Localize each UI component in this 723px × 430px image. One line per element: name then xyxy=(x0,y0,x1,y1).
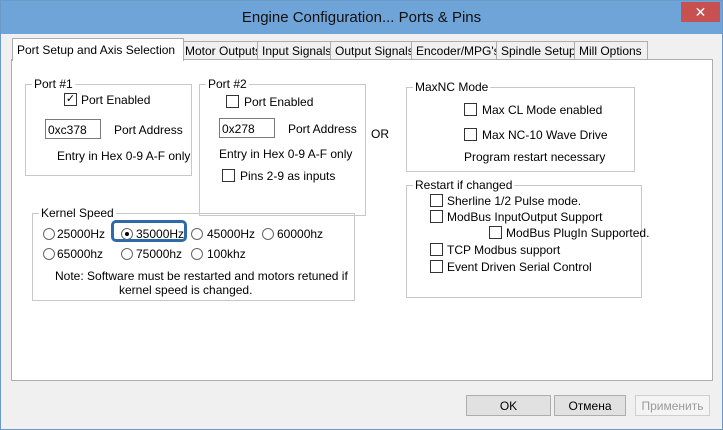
label-45000hz: 45000Hz xyxy=(207,227,256,241)
label-100khz: 100khz xyxy=(207,247,246,261)
ok-button[interactable]: OK xyxy=(466,395,551,416)
close-button[interactable]: ✕ xyxy=(681,2,720,22)
radio-45000hz[interactable] xyxy=(191,228,203,240)
radio-75000hz[interactable] xyxy=(121,248,133,260)
selection-highlight xyxy=(111,220,187,242)
radio-25000hz[interactable] xyxy=(43,228,55,240)
port1-address-input[interactable]: 0xc378 xyxy=(45,119,101,139)
port2-hint: Entry in Hex 0-9 A-F only xyxy=(219,147,353,161)
tab-spindle-setup[interactable]: Spindle Setup xyxy=(496,41,578,60)
port1-address-label: Port Address xyxy=(114,123,183,137)
port1-group: Port #1 ✓ Port Enabled 0xc378 Port Addre… xyxy=(25,77,192,176)
maxnc-group: MaxNC Mode Max CL Mode enabled Max NC-10… xyxy=(406,80,635,172)
tcp-modbus-label: TCP Modbus support xyxy=(447,243,561,257)
max-cl-checkbox[interactable] xyxy=(464,103,477,116)
tab-mill-options[interactable]: Mill Options xyxy=(574,41,648,60)
apply-button[interactable]: Применить xyxy=(635,395,710,416)
tab-motor-outputs[interactable]: Motor Outputs xyxy=(180,41,262,60)
maxnc-title: MaxNC Mode xyxy=(413,80,491,94)
sherline-label: Sherline 1/2 Pulse mode. xyxy=(447,194,582,208)
restart-group: Restart if changed Sherline 1/2 Pulse mo… xyxy=(406,178,649,298)
close-icon: ✕ xyxy=(694,4,707,20)
modbus-plugin-checkbox[interactable] xyxy=(489,226,502,239)
max-nc10-label: Max NC-10 Wave Drive xyxy=(482,128,608,142)
port2-group: Port #2 Port Enabled 0x278 Port Address … xyxy=(199,77,366,216)
modbus-io-checkbox[interactable] xyxy=(430,210,443,223)
kernel-speed-group: Kernel Speed 25000Hz 35000Hz 45000Hz 600… xyxy=(32,206,355,301)
port2-address-label: Port Address xyxy=(288,122,357,136)
tab-encoder-mpg[interactable]: Encoder/MPG's xyxy=(411,41,501,60)
port1-enabled-label: Port Enabled xyxy=(81,93,151,107)
event-serial-label: Event Driven Serial Control xyxy=(447,260,592,274)
modbus-io-label: ModBus InputOutput Support xyxy=(447,210,603,224)
title-bar[interactable]: Engine Configuration... Ports & Pins ✕ xyxy=(1,1,722,34)
port2-pins-label: Pins 2-9 as inputs xyxy=(240,169,336,183)
sherline-checkbox[interactable] xyxy=(430,194,443,207)
modbus-plugin-label: ModBus PlugIn Supported. xyxy=(506,226,650,240)
radio-100khz[interactable] xyxy=(191,248,203,260)
engine-config-window: Engine Configuration... Ports & Pins ✕ P… xyxy=(0,0,723,430)
event-serial-checkbox[interactable] xyxy=(430,260,443,273)
tcp-modbus-checkbox[interactable] xyxy=(430,243,443,256)
port1-hint: Entry in Hex 0-9 A-F only xyxy=(57,149,191,163)
or-label: OR xyxy=(371,127,389,141)
port1-title: Port #1 xyxy=(32,77,75,91)
port2-enabled-label: Port Enabled xyxy=(244,95,314,109)
port2-enabled-checkbox[interactable] xyxy=(226,95,239,108)
tab-output-signals[interactable]: Output Signals xyxy=(330,41,416,60)
label-25000hz: 25000Hz xyxy=(57,227,106,241)
cancel-button[interactable]: Отмена xyxy=(554,395,626,416)
dialog-client: Port Setup and Axis Selection Motor Outp… xyxy=(8,34,714,421)
kernel-speed-title: Kernel Speed xyxy=(39,206,116,220)
port2-title: Port #2 xyxy=(206,77,249,91)
port1-enabled-checkbox[interactable]: ✓ xyxy=(64,93,77,106)
radio-65000hz[interactable] xyxy=(43,248,55,260)
kernel-note-line1: Note: Software must be restarted and mot… xyxy=(55,269,348,283)
restart-title: Restart if changed xyxy=(413,178,515,192)
kernel-note-line2: kernel speed is changed. xyxy=(119,283,253,297)
label-60000hz: 60000hz xyxy=(277,227,324,241)
label-65000hz: 65000hz xyxy=(57,247,104,261)
tab-panel-port-setup: Port #1 ✓ Port Enabled 0xc378 Port Addre… xyxy=(11,59,713,381)
radio-60000hz[interactable] xyxy=(262,228,274,240)
maxnc-restart-note: Program restart necessary xyxy=(464,150,606,164)
tab-port-setup[interactable]: Port Setup and Axis Selection xyxy=(12,38,184,61)
tab-input-signals[interactable]: Input Signals xyxy=(257,41,335,60)
label-75000hz: 75000hz xyxy=(136,247,183,261)
max-nc10-checkbox[interactable] xyxy=(464,128,477,141)
port2-address-input[interactable]: 0x278 xyxy=(219,118,275,138)
window-title: Engine Configuration... Ports & Pins xyxy=(241,9,482,26)
port2-pins-checkbox[interactable] xyxy=(222,169,235,182)
max-cl-label: Max CL Mode enabled xyxy=(482,103,603,117)
